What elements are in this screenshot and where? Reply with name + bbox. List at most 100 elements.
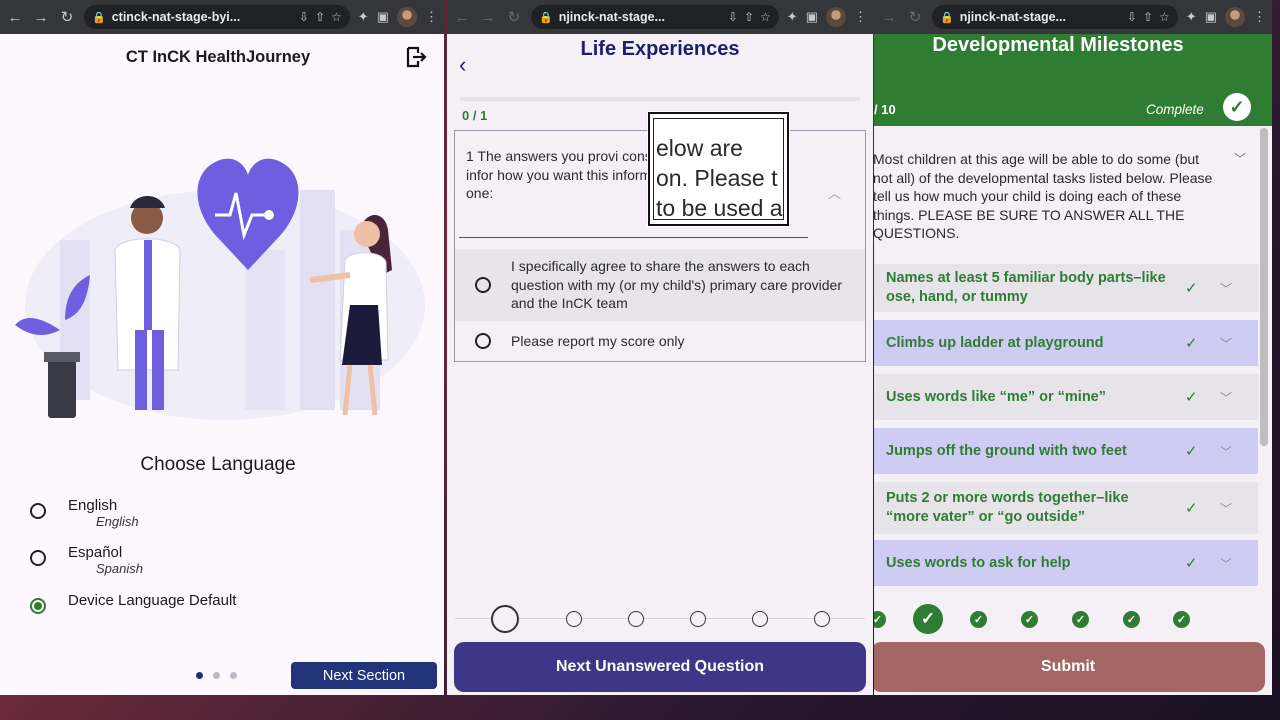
check-icon: ✓ <box>1185 389 1198 406</box>
magnified-text: elow are <box>656 135 743 161</box>
language-option-english[interactable]: English English <box>30 497 139 529</box>
reload-icon[interactable]: ↻ <box>58 8 76 26</box>
answered-count: / 10 <box>874 102 896 117</box>
menu-icon[interactable]: ⋮ <box>1253 9 1266 25</box>
lock-icon: 🔒 <box>92 11 106 24</box>
address-bar[interactable]: 🔒 njinck-nat-stage... ⇩ ⇧ ☆ <box>932 5 1178 29</box>
scrollbar[interactable] <box>1260 128 1268 446</box>
chevron-up-icon[interactable]: ︿ <box>828 183 841 202</box>
profile-avatar[interactable] <box>397 7 417 27</box>
answer-option[interactable]: Please report my score only <box>455 323 865 359</box>
logout-icon[interactable] <box>404 45 428 69</box>
radio-button[interactable] <box>30 503 46 519</box>
menu-icon[interactable]: ⋮ <box>425 9 438 25</box>
star-icon[interactable]: ☆ <box>331 10 342 24</box>
left-browser-window: ← → ↻ 🔒 ctinck-nat-stage-byi... ⇩ ⇧ ☆ ✦ … <box>0 0 444 695</box>
language-option-device-default[interactable]: Device Language Default <box>30 592 236 614</box>
step[interactable] <box>814 611 830 627</box>
menu-icon[interactable]: ⋮ <box>854 9 867 25</box>
radio-button[interactable] <box>30 550 46 566</box>
milestone-item[interactable]: Names at least 5 familiar body parts–lik… <box>874 264 1258 312</box>
chevron-down-icon[interactable]: ﹀ <box>1220 280 1232 297</box>
step-complete-check-icon[interactable]: ✓ <box>1173 611 1190 628</box>
star-icon[interactable]: ☆ <box>760 10 771 24</box>
doctors-illustration <box>15 158 425 420</box>
address-bar[interactable]: 🔒 ctinck-nat-stage-byi... ⇩ ⇧ ☆ <box>84 5 350 29</box>
milestone-item[interactable]: Climbs up ladder at playground ✓ ﹀ <box>874 320 1258 366</box>
right-browser-window: → ↻ 🔒 njinck-nat-stage... ⇩ ⇧ ☆ ✦ ▣ ⋮ De… <box>874 0 1272 695</box>
forward-arrow-icon[interactable]: → <box>479 9 497 26</box>
chevron-down-icon[interactable]: ﹀ <box>1220 389 1232 406</box>
radio-button-selected[interactable] <box>30 598 46 614</box>
back-arrow-icon[interactable]: ← <box>453 9 471 26</box>
share-icon[interactable]: ⇧ <box>315 10 325 24</box>
forward-arrow-icon[interactable]: → <box>32 9 50 26</box>
language-translation: Spanish <box>96 561 143 576</box>
check-icon: ✓ <box>1223 93 1251 121</box>
extensions-icon[interactable]: ✦ <box>1186 9 1197 25</box>
milestone-label: Climbs up ladder at playground <box>886 334 1104 351</box>
language-translation: English <box>96 514 139 529</box>
install-icon[interactable]: ⇩ <box>728 10 738 24</box>
browser-toolbar: → ↻ 🔒 njinck-nat-stage... ⇩ ⇧ ☆ ✦ ▣ ⋮ <box>874 0 1272 34</box>
language-name: English <box>68 497 118 514</box>
magnifier-lens: elow are on. Please t to be used a <box>653 118 784 220</box>
check-icon: ✓ <box>1185 500 1198 517</box>
next-unanswered-question-button[interactable]: Next Unanswered Question <box>454 642 866 692</box>
sidepanel-icon[interactable]: ▣ <box>1205 9 1217 25</box>
chevron-left-icon[interactable]: ‹ <box>459 52 466 78</box>
reload-icon[interactable]: ↻ <box>906 8 924 26</box>
chevron-down-icon[interactable]: ﹀ <box>1220 443 1232 460</box>
answer-option[interactable]: I specifically agree to share the answer… <box>455 249 865 321</box>
language-option-spanish[interactable]: Español Spanish <box>30 544 143 576</box>
milestone-item[interactable]: Puts 2 or more words together–like “more… <box>874 482 1258 534</box>
extensions-icon[interactable]: ✦ <box>787 9 798 25</box>
step-current[interactable] <box>491 605 519 633</box>
address-url: njinck-nat-stage... <box>959 10 1066 24</box>
step-complete-check-icon[interactable]: ✓ <box>1123 611 1140 628</box>
step[interactable] <box>690 611 706 627</box>
milestone-label: Uses words to ask for help <box>886 554 1071 571</box>
step-complete-check-icon[interactable]: ✓ <box>1021 611 1038 628</box>
radio-button[interactable] <box>475 333 491 349</box>
chevron-down-icon[interactable]: ﹀ <box>1220 335 1232 352</box>
reload-icon[interactable]: ↻ <box>505 8 523 26</box>
profile-avatar[interactable] <box>1225 7 1245 27</box>
page-dot[interactable] <box>230 672 237 679</box>
chevron-down-icon[interactable]: ﹀ <box>1220 555 1232 572</box>
star-icon[interactable]: ☆ <box>1159 10 1170 24</box>
check-icon: ✓ <box>1185 443 1198 460</box>
step-complete-check-icon[interactable]: ✓ <box>1072 611 1089 628</box>
sidepanel-icon[interactable]: ▣ <box>377 9 389 25</box>
address-url: ctinck-nat-stage-byi... <box>111 10 241 24</box>
page-indicator <box>196 672 237 679</box>
step-complete-check-icon[interactable]: ✓ <box>970 611 987 628</box>
step[interactable] <box>752 611 768 627</box>
share-icon[interactable]: ⇧ <box>1143 10 1153 24</box>
page-dot-active[interactable] <box>196 672 203 679</box>
sidepanel-icon[interactable]: ▣ <box>806 9 818 25</box>
step[interactable] <box>628 611 644 627</box>
install-icon[interactable]: ⇩ <box>299 10 309 24</box>
profile-avatar[interactable] <box>826 7 846 27</box>
address-url: njinck-nat-stage... <box>558 10 665 24</box>
page-dot[interactable] <box>213 672 220 679</box>
step-current-check-icon[interactable]: ✓ <box>913 604 943 634</box>
milestone-item[interactable]: Jumps off the ground with two feet ✓ ﹀ <box>874 428 1258 474</box>
step-complete-check-icon[interactable]: ✓ <box>874 611 886 628</box>
milestone-item[interactable]: Uses words to ask for help ✓ ﹀ <box>874 540 1258 586</box>
radio-button[interactable] <box>475 277 491 293</box>
next-section-button[interactable]: Next Section <box>291 662 437 689</box>
install-icon[interactable]: ⇩ <box>1127 10 1137 24</box>
milestone-item[interactable]: Uses words like “me” or “mine” ✓ ﹀ <box>874 374 1258 420</box>
page-title: Life Experiences <box>580 38 740 60</box>
chevron-down-icon[interactable]: ﹀ <box>1234 150 1246 167</box>
submit-button[interactable]: Submit <box>874 642 1265 692</box>
share-icon[interactable]: ⇧ <box>744 10 754 24</box>
extensions-icon[interactable]: ✦ <box>358 9 369 25</box>
address-bar[interactable]: 🔒 njinck-nat-stage... ⇩ ⇧ ☆ <box>531 5 779 29</box>
back-arrow-icon[interactable]: ← <box>6 9 24 26</box>
chevron-down-icon[interactable]: ﹀ <box>1220 500 1232 517</box>
step[interactable] <box>566 611 582 627</box>
forward-arrow-icon[interactable]: → <box>880 9 898 26</box>
